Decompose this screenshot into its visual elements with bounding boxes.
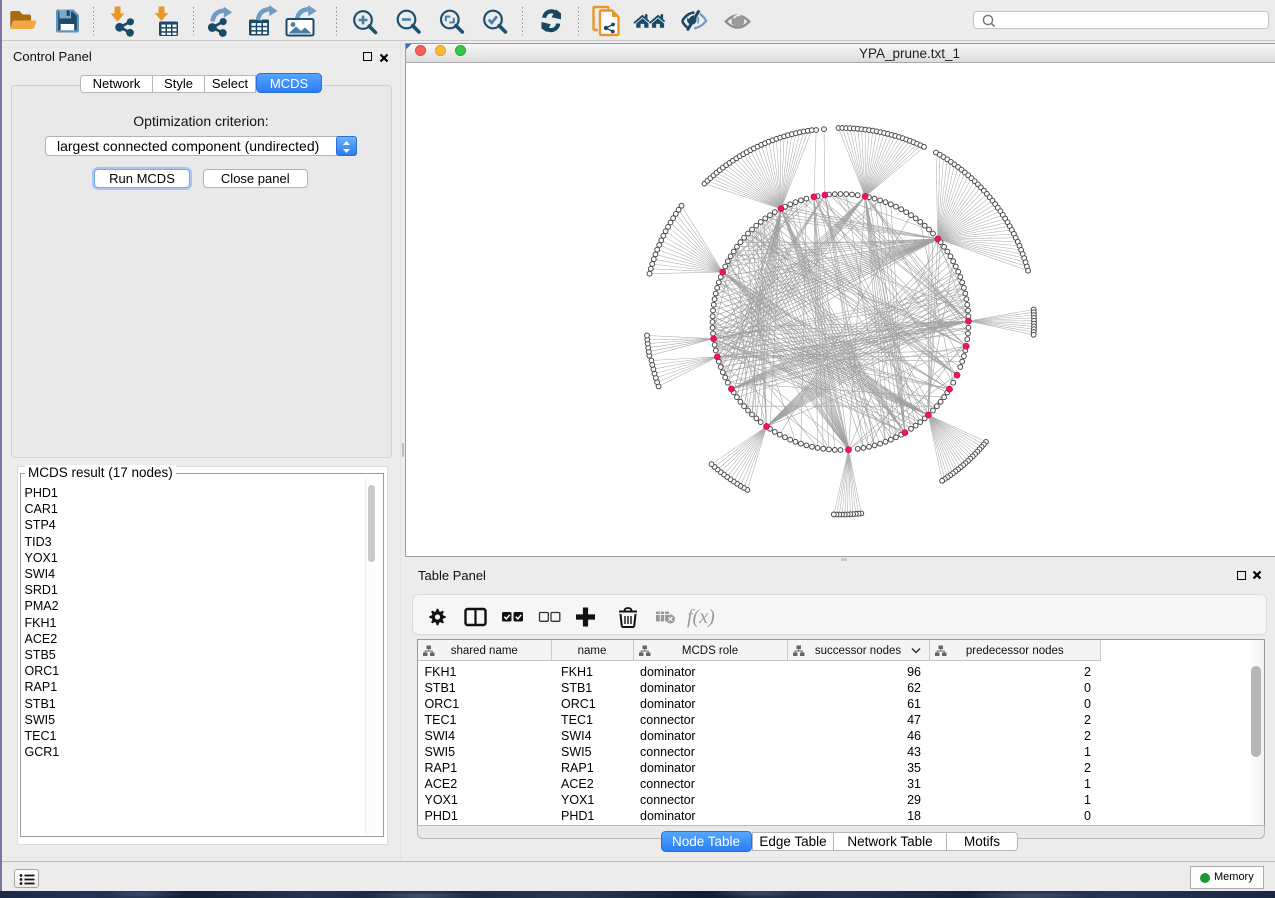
- svg-text:f(x): f(x): [687, 606, 715, 628]
